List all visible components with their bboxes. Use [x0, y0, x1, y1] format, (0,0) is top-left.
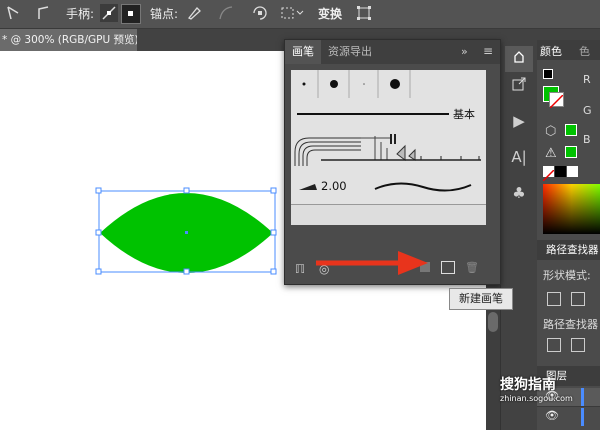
- brush-basic-row[interactable]: 基本: [291, 98, 486, 131]
- warning-icon[interactable]: ⚠: [545, 146, 557, 161]
- brush-list: 基本 2.00: [291, 70, 486, 225]
- brush-dot-small[interactable]: [302, 82, 306, 86]
- symbol-club-icon[interactable]: ♣: [505, 180, 533, 206]
- minus-front-icon[interactable]: [571, 292, 585, 306]
- watermark-brand: 搜狗指南: [500, 377, 556, 393]
- gamut-swatch[interactable]: [565, 146, 577, 158]
- basic-label: 基本: [453, 108, 475, 121]
- pathfinder-title[interactable]: 路径查找器: [537, 240, 600, 260]
- color-spectrum[interactable]: [543, 184, 600, 234]
- color-tab[interactable]: 颜色: [540, 43, 562, 59]
- pattern-brush-row[interactable]: [291, 130, 486, 171]
- stroke-swatch[interactable]: [549, 92, 564, 109]
- anchor-corner-icon[interactable]: [36, 5, 50, 23]
- collapse-icon[interactable]: »: [461, 45, 468, 58]
- divide-icon[interactable]: [547, 338, 561, 352]
- watermark: 搜狗指南 zhinan.sogou.com: [500, 372, 600, 430]
- black-swatch[interactable]: [555, 166, 566, 177]
- g-letter: G: [583, 104, 592, 117]
- trash-icon[interactable]: 🗑: [465, 261, 479, 274]
- calligraphic-brush-row[interactable]: 2.00: [291, 170, 486, 205]
- none-swatch[interactable]: [542, 166, 555, 182]
- export-icon[interactable]: [505, 74, 533, 100]
- brush-dot-medium[interactable]: [330, 80, 338, 88]
- color-guide-tab[interactable]: 色: [579, 43, 590, 59]
- pen-icon[interactable]: [186, 5, 202, 23]
- document-tab[interactable]: * @ 300% (RGB/GPU 预览): [0, 29, 137, 51]
- watermark-url: zhinan.sogou.com: [500, 394, 573, 403]
- scrollbar-thumb[interactable]: [488, 312, 498, 332]
- connect-anchor-icon[interactable]: [252, 5, 268, 23]
- handle-corner-icon[interactable]: [121, 4, 141, 24]
- basic-stroke-preview: [297, 113, 449, 115]
- new-brush-icon[interactable]: [441, 261, 455, 274]
- pattern-brush-preview[interactable]: [291, 130, 486, 170]
- annotation-arrow: [316, 251, 428, 275]
- character-icon[interactable]: A|: [505, 144, 533, 170]
- transform-label[interactable]: 变换: [318, 5, 342, 23]
- tab-asset-export[interactable]: 资源导出: [321, 40, 379, 64]
- brush-panel-icon[interactable]: [505, 46, 533, 72]
- tab-brushes[interactable]: 画笔: [285, 40, 321, 64]
- brush-dot-tiny[interactable]: [363, 83, 365, 85]
- brushes-panel-tabs: 画笔 资源导出 » ≡: [285, 40, 500, 64]
- play-icon[interactable]: ▶: [505, 108, 533, 134]
- unite-icon[interactable]: [547, 292, 561, 306]
- panel-menu-icon[interactable]: ≡: [483, 44, 493, 58]
- list-item[interactable]: [291, 70, 486, 99]
- anchor-label: 锚点:: [150, 7, 179, 21]
- color-panel-tabs: 颜色 色: [537, 40, 600, 60]
- brush-size-value: 2.00: [321, 179, 347, 193]
- brush-stroke-preview: [374, 182, 472, 192]
- r-letter: R: [583, 73, 591, 86]
- brush-library-icon[interactable]: ℿ: [295, 262, 305, 276]
- trim-icon[interactable]: [571, 338, 585, 352]
- handle-label: 手柄:: [66, 7, 95, 21]
- control-toolbar: 手柄: 锚点: 变换: [0, 0, 600, 29]
- web-safe-swatch[interactable]: [565, 124, 577, 136]
- shape-modes-label: 形状模式:: [543, 269, 591, 282]
- convert-anchor-icon[interactable]: [6, 5, 20, 23]
- tooltip-new-brush: 新建画笔: [449, 288, 513, 310]
- center-point: [185, 231, 188, 234]
- white-swatch[interactable]: [567, 166, 578, 177]
- b-letter: B: [583, 133, 591, 146]
- anchor-point-curve-icon[interactable]: [218, 5, 234, 23]
- cube-icon[interactable]: ⬡: [545, 124, 556, 139]
- handle-smooth-icon[interactable]: [100, 4, 118, 22]
- align-icon[interactable]: [280, 5, 304, 23]
- brush-type-icon: [299, 184, 317, 190]
- pathfinder-label: 路径查找器: [543, 318, 598, 331]
- transform-bounds-icon[interactable]: [356, 5, 372, 23]
- brush-dot-large[interactable]: [390, 79, 400, 89]
- mini-swatch-icon[interactable]: [543, 69, 553, 79]
